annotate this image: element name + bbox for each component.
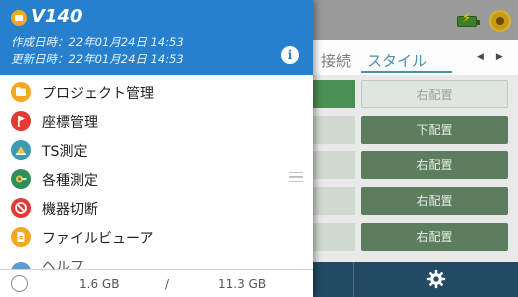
placement-button[interactable]: 右配置 — [361, 80, 508, 108]
drawer-header: V140 作成日時：22年01月24日 14:53 更新日時：22年01月24日… — [0, 0, 313, 75]
drag-handle-icon[interactable] — [289, 172, 303, 182]
total-station-icon — [11, 140, 31, 160]
gear-icon[interactable] — [426, 269, 446, 289]
storage-total: 11.3 GB — [218, 277, 267, 291]
menu-item-device-disconnect[interactable]: 機器切断 — [0, 194, 313, 223]
help-icon — [11, 262, 31, 269]
menu-item-label: プロジェクト管理 — [42, 86, 154, 102]
tab-style[interactable]: スタイル — [367, 50, 427, 71]
tab-scroll-arrows-icon[interactable]: ◀▶ — [477, 52, 515, 62]
device-status-icon[interactable] — [489, 10, 511, 32]
menu-item-label: TS測定 — [42, 144, 88, 160]
measure-icon — [11, 169, 31, 189]
menu-item-coordinate-management[interactable]: 座標管理 — [0, 107, 313, 136]
placement-button[interactable]: 下配置 — [361, 116, 508, 144]
folder-icon — [11, 82, 31, 102]
info-icon[interactable]: i — [281, 46, 299, 64]
tab-connection[interactable]: 接続 — [321, 50, 351, 71]
charging-icon: ⚡ — [462, 11, 472, 26]
updated-date: 更新日時：22年01月24日 14:53 — [11, 52, 184, 66]
project-icon — [11, 10, 27, 26]
storage-bar: 1.6 GB / 11.3 GB — [0, 269, 313, 297]
menu-item-label: 機器切断 — [42, 202, 98, 218]
bottom-bar-divider — [353, 262, 354, 297]
project-title: V140 — [31, 6, 83, 27]
menu-item-help[interactable]: ヘルプ — [0, 261, 313, 269]
flag-icon — [11, 111, 31, 131]
created-date: 作成日時：22年01月24日 14:53 — [11, 35, 184, 49]
storage-used: 1.6 GB — [79, 277, 120, 291]
menu-item-file-viewer[interactable]: ファイルビューア — [0, 223, 313, 252]
active-tab-indicator — [361, 71, 452, 73]
file-viewer-icon — [11, 227, 31, 247]
storage-separator: / — [165, 277, 170, 291]
menu-item-label: ヘルプ — [42, 261, 84, 269]
navigation-drawer: V140 作成日時：22年01月24日 14:53 更新日時：22年01月24日… — [0, 0, 313, 297]
menu-item-project-management[interactable]: プロジェクト管理 — [0, 78, 313, 107]
menu-item-ts-measurement[interactable]: TS測定 — [0, 136, 313, 165]
menu-item-label: 座標管理 — [42, 115, 98, 131]
menu-item-various-measurements[interactable]: 各種測定 — [0, 165, 313, 194]
storage-usage-icon — [11, 275, 28, 292]
disconnect-icon — [11, 198, 31, 218]
menu-item-label: ファイルビューア — [42, 231, 154, 247]
placement-button[interactable]: 右配置 — [361, 223, 508, 251]
menu-item-label: 各種測定 — [42, 173, 98, 189]
placement-button[interactable]: 右配置 — [361, 187, 508, 215]
placement-button[interactable]: 右配置 — [361, 151, 508, 179]
